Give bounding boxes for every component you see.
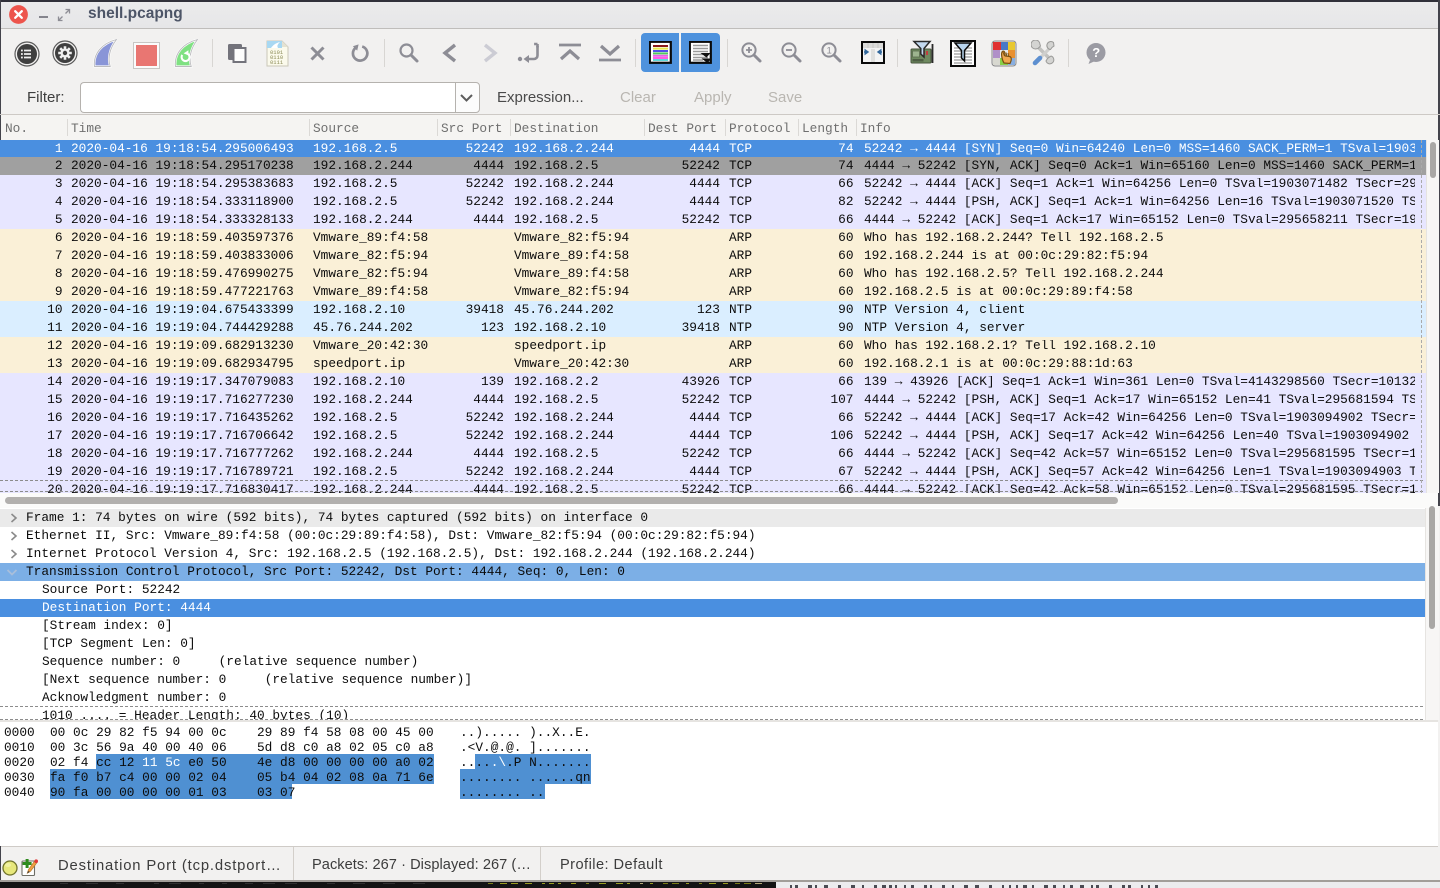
svg-text:?: ? <box>1092 45 1100 60</box>
svg-text:1: 1 <box>827 46 832 57</box>
svg-text:0111: 0111 <box>270 59 284 66</box>
